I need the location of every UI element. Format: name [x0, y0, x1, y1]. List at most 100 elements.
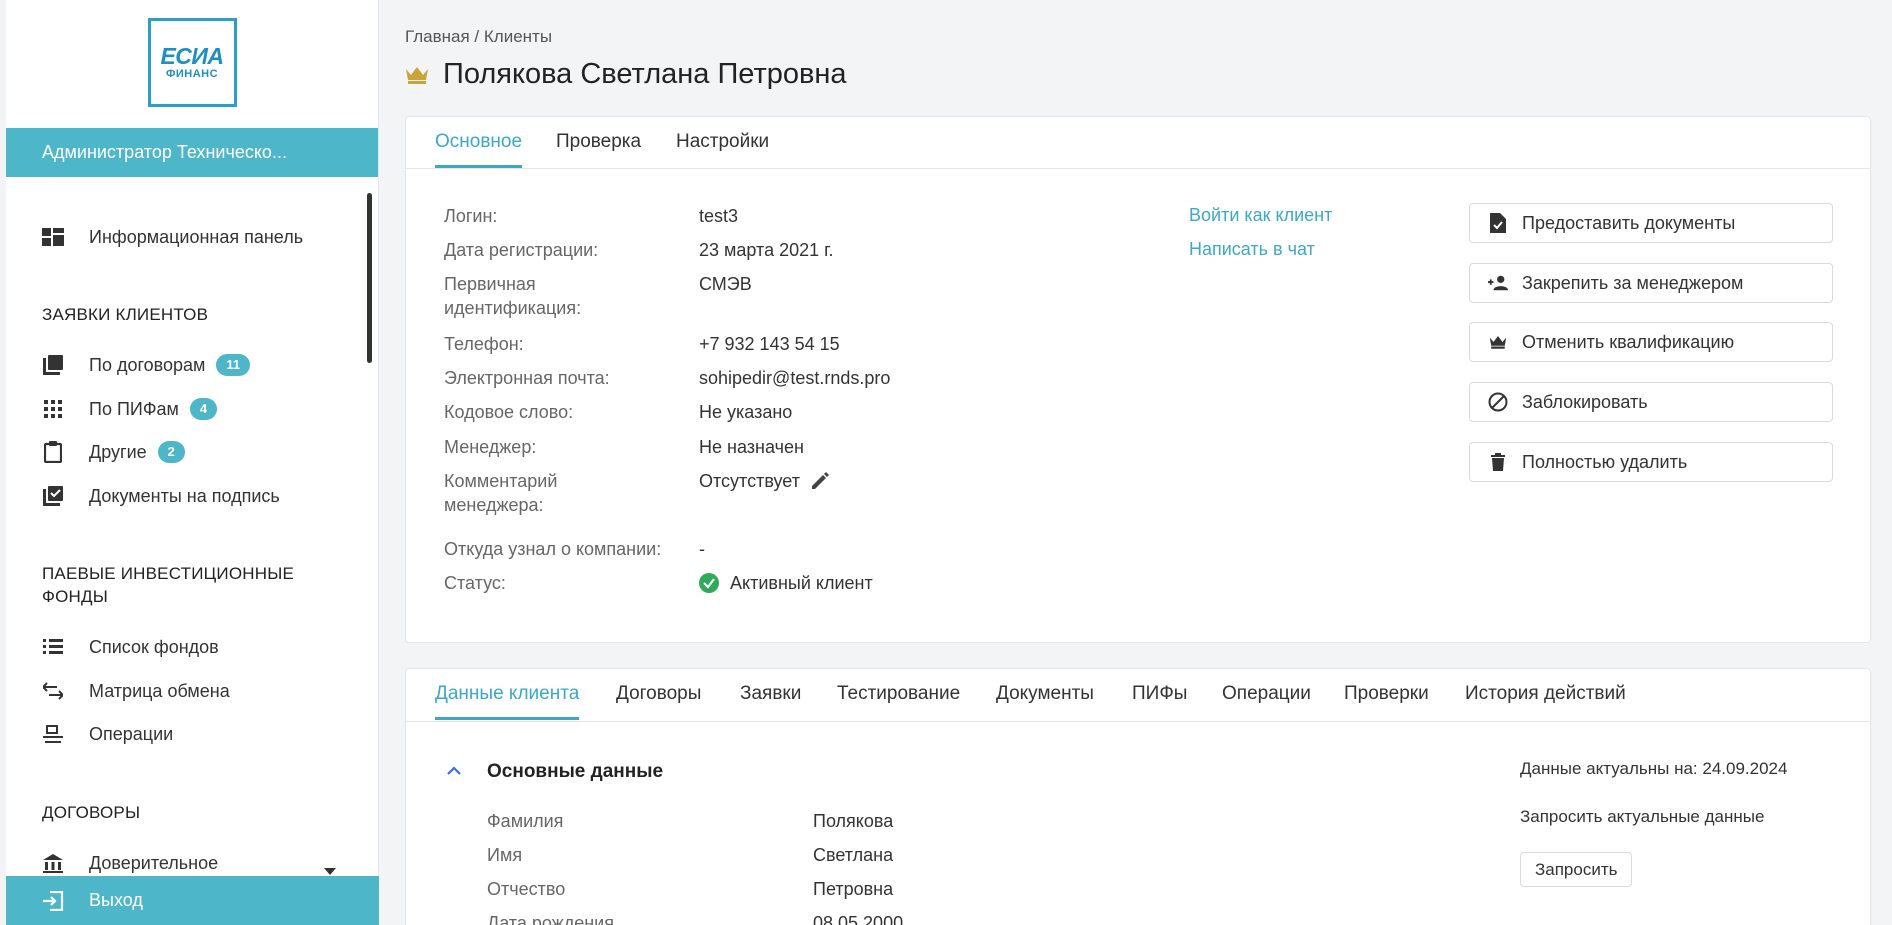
section-header-requests: ЗАЯВКИ КЛИЕНТОВ [42, 305, 209, 324]
books-icon [42, 354, 64, 376]
tab-operations[interactable]: Операции [1222, 683, 1311, 717]
tab-checks[interactable]: Проверки [1344, 683, 1429, 717]
sidebar-item-label: Документы на подпись [89, 485, 280, 506]
chevron-down-icon[interactable] [324, 868, 336, 875]
bottom-tabs: Данные клиента Договоры Заявки Тестирова… [406, 669, 1870, 722]
logo-subtext: ФИНАНС [165, 68, 219, 80]
assign-manager-button[interactable]: Закрепить за менеджером [1469, 263, 1833, 303]
clipboard-icon [42, 441, 64, 463]
sidebar-item-by-contracts[interactable]: По договорам 11 [42, 350, 362, 380]
surname-value: Полякова [813, 811, 894, 831]
section-header-funds: ПАЕВЫЕ ИНВЕСТИЦИОННЫЕ ФОНДЫ [42, 564, 294, 606]
sidebar-item-fund-list[interactable]: Список фондов [42, 632, 362, 662]
trash-icon [1488, 452, 1508, 472]
sidebar-scrollbar[interactable] [367, 193, 372, 363]
client-name: Полякова Светлана Петровна [443, 58, 847, 90]
status-value: Активный клиент [699, 571, 873, 595]
status-label: Статус: [444, 573, 506, 593]
birth-date-value: 08.05.2000 [813, 913, 904, 925]
sidebar-item-by-pif[interactable]: По ПИФам 4 [42, 394, 362, 424]
sidebar-item-label: Другие [89, 441, 147, 462]
source-value: - [699, 539, 705, 559]
logo[interactable]: ЕСИА ФИНАНС [147, 17, 237, 107]
tab-documents[interactable]: Документы [996, 683, 1094, 717]
section-title[interactable]: Основные данные [487, 761, 663, 783]
page-title: Полякова Светлана Петровна [405, 58, 847, 91]
name-value: Светлана [813, 845, 894, 865]
document-icon [1488, 213, 1508, 233]
primary-id-value: СМЭВ [699, 274, 752, 294]
client-main-card: Основное Проверка Настройки Логин: test3… [405, 116, 1871, 643]
count-badge: 11 [216, 354, 251, 376]
checklist-icon [42, 485, 64, 507]
tab-requests[interactable]: Заявки [740, 683, 801, 717]
surname-label: Фамилия [487, 811, 564, 831]
logout-label: Выход [89, 890, 143, 910]
logo-area: ЕСИА ФИНАНС [6, 0, 378, 128]
list-icon [42, 636, 64, 658]
request-actual-label: Запросить актуальные данные [1520, 807, 1765, 826]
bank-icon [42, 852, 64, 874]
dashboard-icon [42, 226, 64, 248]
login-label: Логин: [444, 206, 498, 226]
phone-label: Телефон: [444, 334, 524, 354]
add-user-icon [1488, 273, 1508, 293]
tab-main[interactable]: Основное [435, 131, 523, 168]
chevron-up-icon[interactable] [447, 766, 461, 775]
operations-icon [42, 723, 64, 745]
sidebar-item-label: Операции [89, 723, 174, 744]
delete-button[interactable]: Полностью удалить [1469, 442, 1833, 482]
birth-date-label: Дата рождения [487, 913, 614, 925]
sidebar-item-dashboard[interactable]: Информационная панель [42, 222, 362, 252]
button-label: Отменить квалификацию [1522, 331, 1735, 352]
manager-value: Не назначен [699, 437, 804, 457]
sidebar-item-operations[interactable]: Операции [42, 719, 362, 749]
status-text: Активный клиент [730, 573, 873, 593]
edit-icon[interactable] [810, 471, 830, 491]
sidebar-item-others[interactable]: Другие 2 [42, 437, 362, 467]
swap-icon [42, 680, 64, 702]
tab-contracts[interactable]: Договоры [616, 683, 701, 717]
tab-client-data[interactable]: Данные клиента [435, 683, 580, 720]
button-label: Закрепить за менеджером [1522, 272, 1744, 293]
count-badge: 2 [157, 441, 185, 463]
block-button[interactable]: Заблокировать [1469, 382, 1833, 422]
tab-check[interactable]: Проверка [556, 131, 641, 165]
code-word-value: Не указано [699, 402, 793, 422]
tab-settings[interactable]: Настройки [676, 131, 769, 165]
sidebar-item-label: Матрица обмена [89, 680, 230, 701]
login-as-client-link[interactable]: Войти как клиент [1189, 205, 1332, 226]
write-to-chat-link[interactable]: Написать в чат [1189, 239, 1315, 260]
source-label: Откуда узнал о компании: [444, 539, 662, 559]
provide-documents-button[interactable]: Предоставить документы [1469, 203, 1833, 243]
top-tabs: Основное Проверка Настройки [406, 117, 1870, 169]
patronymic-label: Отчество [487, 879, 566, 899]
comment-label: Комментарий менеджера: [444, 471, 558, 515]
cancel-qualification-button[interactable]: Отменить квалификацию [1469, 322, 1833, 362]
sidebar-item-exchange-matrix[interactable]: Матрица обмена [42, 676, 362, 706]
button-label: Предоставить документы [1522, 212, 1736, 233]
crown-icon [405, 66, 429, 84]
sidebar-item-label: Информационная панель [89, 226, 304, 247]
request-button[interactable]: Запросить [1520, 852, 1633, 887]
current-user[interactable]: Администратор Техническо... [6, 128, 378, 177]
check-circle-icon [699, 573, 719, 593]
tab-pif[interactable]: ПИФы [1132, 683, 1187, 717]
breadcrumb[interactable]: Главная / Клиенты [405, 27, 552, 47]
client-details-card: Данные клиента Договоры Заявки Тестирова… [405, 668, 1871, 925]
reg-label: Дата регистрации: [444, 240, 599, 260]
sidebar-item-label: Список фондов [89, 636, 219, 657]
block-icon [1488, 392, 1508, 412]
name-label: Имя [487, 845, 523, 865]
sidebar-item-label: Доверительное [89, 852, 219, 873]
tab-action-history[interactable]: История действий [1465, 683, 1626, 717]
count-badge: 4 [189, 398, 218, 420]
login-value: test3 [699, 206, 739, 226]
sidebar-item-trust[interactable]: Доверительное [42, 848, 362, 878]
logout-button[interactable]: Выход [6, 876, 379, 925]
phone-value: +7 932 143 54 15 [699, 334, 840, 354]
tab-testing[interactable]: Тестирование [837, 683, 960, 717]
data-actual-date: Данные актуальны на: 24.09.2024 [1520, 759, 1788, 778]
reg-value: 23 марта 2021 г. [699, 240, 834, 260]
sidebar-item-docs-to-sign[interactable]: Документы на подпись [42, 481, 362, 511]
